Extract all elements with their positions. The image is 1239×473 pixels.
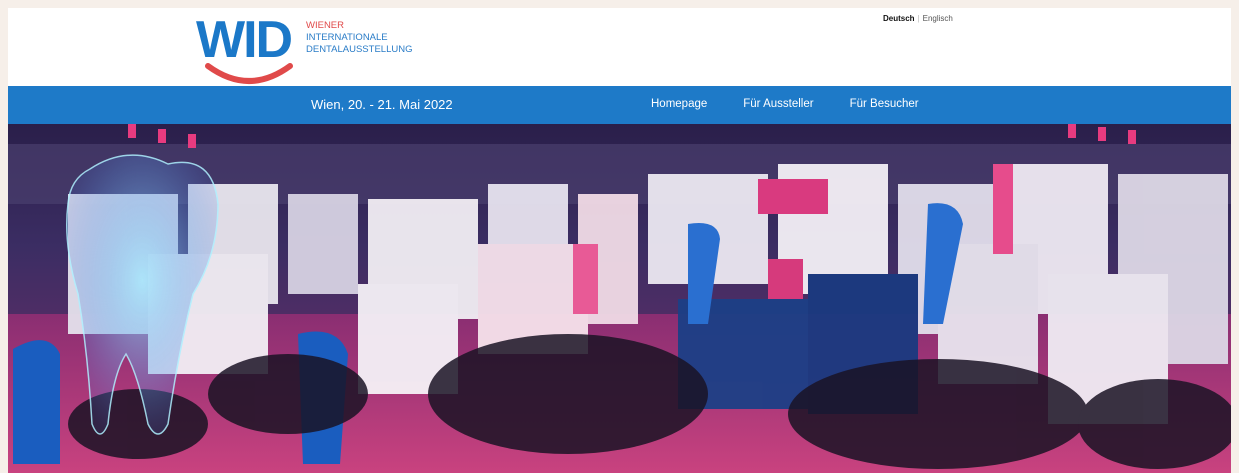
page-frame-right <box>1231 0 1239 473</box>
language-switcher: Deutsch | Englisch <box>883 14 953 23</box>
language-englisch[interactable]: Englisch <box>923 14 953 23</box>
event-date: Wien, 20. - 21. Mai 2022 <box>311 97 453 112</box>
page: WID WIENER INTERNATIONALE DENTALAUSSTELL… <box>0 0 1239 473</box>
logo-text: WIENER INTERNATIONALE DENTALAUSSTELLUNG <box>306 20 412 56</box>
nav-item-fuer-besucher[interactable]: Für Besucher <box>850 98 919 110</box>
hero-image <box>8 124 1231 473</box>
language-separator: | <box>917 14 920 23</box>
main-navbar: Wien, 20. - 21. Mai 2022 Homepage Für Au… <box>8 86 1231 124</box>
trade-fair-hall-photo <box>8 124 1231 473</box>
site-header: WID WIENER INTERNATIONALE DENTALAUSSTELL… <box>8 8 1231 86</box>
logo-smile-icon <box>205 63 293 84</box>
nav-item-fuer-aussteller[interactable]: Für Aussteller <box>743 98 813 110</box>
language-deutsch[interactable]: Deutsch <box>883 14 915 23</box>
logo-line-wiener: WIENER <box>306 20 344 31</box>
logo-letters: WID <box>196 11 293 69</box>
page-frame-left <box>0 0 8 473</box>
logo-line-internationale: INTERNATIONALE <box>306 32 388 43</box>
wid-logo[interactable]: WID WIENER INTERNATIONALE DENTALAUSSTELL… <box>196 10 426 88</box>
nav-menu: Homepage Für Aussteller Für Besucher <box>651 98 955 110</box>
logo-line-dentalausstellung: DENTALAUSSTELLUNG <box>306 44 413 55</box>
nav-item-homepage[interactable]: Homepage <box>651 98 707 110</box>
